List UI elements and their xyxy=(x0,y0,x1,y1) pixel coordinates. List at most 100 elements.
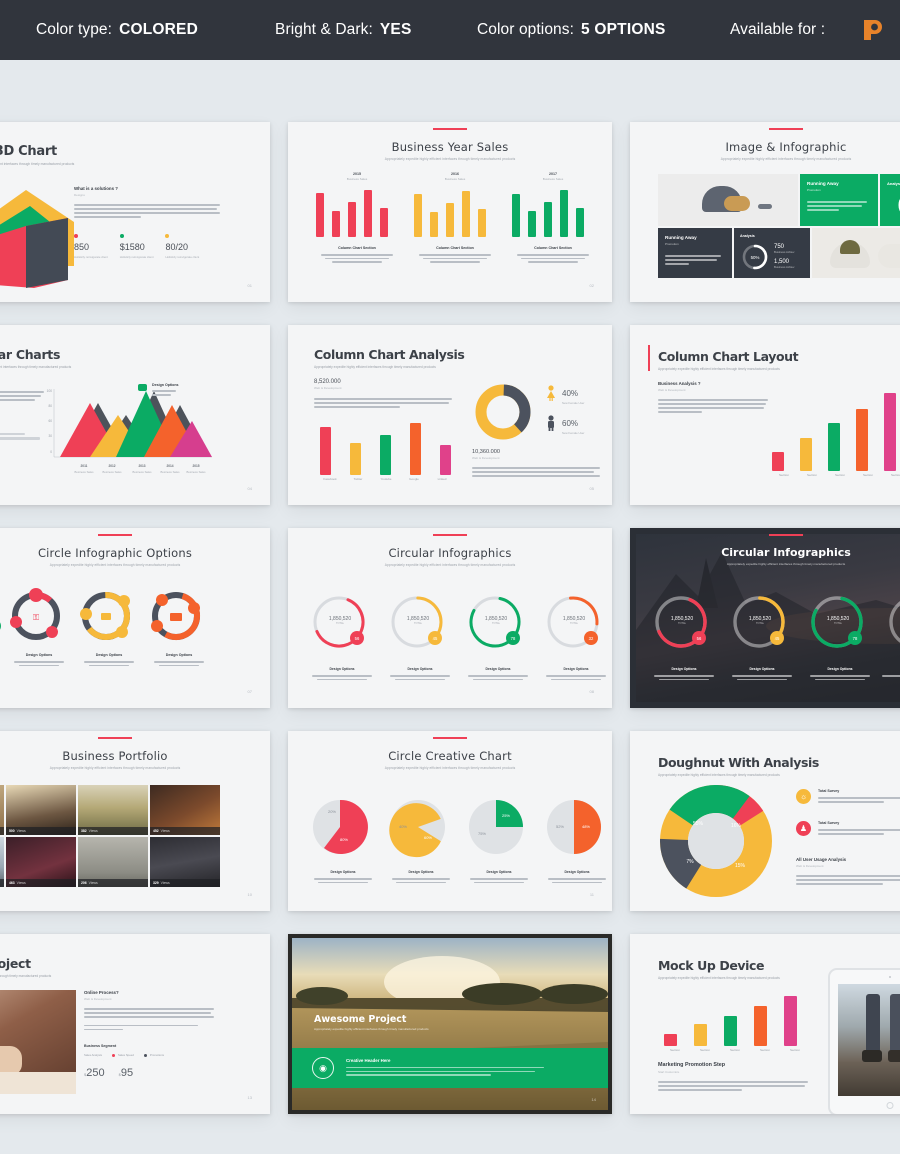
slide-circular-infographics-light[interactable]: Circular Infographics Appropriately expe… xyxy=(288,528,612,708)
pie-item[interactable]: 20% 80% Design Options xyxy=(308,795,378,884)
pie-item[interactable]: 40% 60% Design Options xyxy=(386,795,456,884)
bar-label: Section xyxy=(834,473,845,477)
section-heading: Column Chart Section xyxy=(436,246,474,250)
slide-image-infographic[interactable]: Image & Infographic Appropriately expedi… xyxy=(630,122,900,302)
item-unit: TOTAL xyxy=(569,622,579,625)
badge xyxy=(116,626,128,638)
slide-canvas: Business Year Sales Appropriately expedi… xyxy=(294,128,606,296)
svg-text:7%: 7% xyxy=(686,859,694,865)
circular-item[interactable]: 78 1,850,520 TOTAL Design Options xyxy=(804,592,876,681)
slide-mock-up-device[interactable]: Mock Up Device Appropriately expedite hi… xyxy=(630,934,900,1114)
svg-text:100: 100 xyxy=(47,389,53,393)
ring-item[interactable] xyxy=(0,588,2,649)
page-title: Image & Infographic xyxy=(725,140,847,154)
page-subtitle: Appropriately expedite highly efficient … xyxy=(384,563,516,567)
legend-label: Promotions xyxy=(149,1053,165,1058)
bar-label: Facebook xyxy=(323,477,337,481)
slide-circular-infographics-dark[interactable]: Circular Infographics Appropriately expe… xyxy=(630,528,900,708)
page-subtitle: Appropriately expedite highly efficient … xyxy=(384,157,516,161)
slide-business-year-sales[interactable]: Business Year Sales Appropriately expedi… xyxy=(288,122,612,302)
ring-item[interactable]: Design Options xyxy=(148,588,210,667)
item-label: Design Options xyxy=(486,870,512,874)
bar-label: Section xyxy=(669,1048,680,1052)
slide-doughnut-with-analysis[interactable]: Doughnut With Analysis Appropriately exp… xyxy=(630,731,900,911)
item-label: Design Options xyxy=(407,667,433,671)
section-subheading: Web & Development xyxy=(658,388,686,392)
bar-chart-ascending xyxy=(770,393,900,471)
item-label: Design Options xyxy=(827,667,853,671)
pie-chart: 25% 75% xyxy=(469,800,523,854)
doughnut-chart: 55% 16% 15% 7% xyxy=(660,785,772,897)
stat-caption: Holisticly reinvigorate client xyxy=(119,254,154,259)
bar-group: 2017 Business Sales Column Chart Section xyxy=(508,172,598,263)
bar-label: Section xyxy=(699,1048,710,1052)
page-number: 10 xyxy=(247,892,252,897)
circular-item[interactable]: 78 1,850,520 TOTAL Design Options xyxy=(462,592,534,681)
bulb-icon: ☼ xyxy=(796,789,811,804)
slide-awesome-project[interactable]: Awesome Project Appropriately expedite h… xyxy=(288,934,612,1114)
home-button-icon[interactable] xyxy=(886,1102,894,1109)
svg-text:Business Sales: Business Sales xyxy=(102,470,122,474)
ring-progress-icon: 80% xyxy=(898,190,900,220)
badge xyxy=(151,620,163,632)
slide-business-portfolio[interactable]: Business Portfolio Appropriately expedit… xyxy=(0,731,270,911)
page-number: 07 xyxy=(247,689,252,694)
circular-item[interactable]: 56 1,850,520 TOTAL Design Options xyxy=(306,592,378,681)
legend-label: Design Options xyxy=(152,383,179,387)
ring-item[interactable]: ⚿ Design Options xyxy=(8,588,70,667)
bullet-icon xyxy=(143,1053,147,1057)
tile-caption: Views xyxy=(16,829,26,833)
page-number: 14 xyxy=(591,1097,596,1102)
ring-item[interactable]: Design Options xyxy=(78,588,140,667)
circular-item[interactable]: 1,8 Des xyxy=(882,592,900,680)
stat-caption: Business Achiev xyxy=(774,265,795,269)
item-label: Design Options xyxy=(25,653,53,657)
portfolio-tile[interactable]: 500Views xyxy=(0,785,4,835)
page-number: 13 xyxy=(247,1095,252,1100)
svg-text:2015: 2015 xyxy=(192,464,199,468)
legend: Sales Analysis Sales Speed Promotions xyxy=(84,1053,214,1057)
pie-item[interactable]: 25% 75% Design Options xyxy=(464,795,534,884)
bar-label: Youtube xyxy=(380,477,392,481)
bar-chart-social xyxy=(316,423,456,475)
group-label: Business Sales xyxy=(444,177,466,181)
svg-text:56: 56 xyxy=(355,636,360,641)
pie-item[interactable]: 52% 48% Design Options xyxy=(542,795,612,884)
accent-tick xyxy=(98,737,132,739)
page-subtitle: Appropriately expedite highly efficient … xyxy=(726,562,846,566)
circular-item[interactable]: 45 1,850,520 TOTAL Design Options xyxy=(726,592,798,681)
portfolio-tile[interactable]: 206 Views xyxy=(78,837,148,887)
spec-value: YES xyxy=(379,21,412,38)
slide-circle-creative-chart[interactable]: Circle Creative Chart Appropriately expe… xyxy=(288,731,612,911)
portfolio-tile[interactable]: 382 Views xyxy=(78,785,148,835)
circular-item[interactable]: 56 1,850,520 TOTAL Design Options xyxy=(648,592,720,681)
portfolio-tile[interactable]: 500Views xyxy=(6,785,76,835)
slide-featured-project[interactable]: ed Project highly efficient interfaces t… xyxy=(0,934,270,1114)
svg-text:80%: 80% xyxy=(340,837,348,842)
item-unit: TOTAL xyxy=(677,622,687,625)
portfolio-tile[interactable]: 452 Views xyxy=(150,785,220,835)
circular-item[interactable]: 45 1,850,520 TOTAL Design Options xyxy=(384,592,456,681)
section-heading: All User Usage Analysis xyxy=(796,857,847,862)
section-heading: Marketing Promotion Step xyxy=(658,1062,726,1068)
slide-canvas: Column Chart Layout Appropriately expedi… xyxy=(636,331,900,499)
portfolio-tile[interactable]: 329 Views xyxy=(150,837,220,887)
slide-column-chart-analysis[interactable]: Column Chart Analysis Appropriately expe… xyxy=(288,325,612,505)
svg-text:60: 60 xyxy=(48,419,52,423)
svg-text:20%: 20% xyxy=(328,809,336,814)
circular-item[interactable]: 32 1,850,520 TOTAL Design Options xyxy=(540,592,612,681)
page-title: Business Portfolio xyxy=(62,749,168,763)
stat-value: 10,360.000 xyxy=(472,449,500,455)
slide-year-charts[interactable]: Year Charts highly efficient interfaces … xyxy=(0,325,270,505)
page-title: Doughnut With Analysis xyxy=(658,755,819,770)
portfolio-tile[interactable]: 463Views xyxy=(6,837,76,887)
slide-circle-infographic-options[interactable]: Circle Infographic Options Appropriately… xyxy=(0,528,270,708)
slide-column-chart-layout[interactable]: Column Chart Layout Appropriately expedi… xyxy=(630,325,900,505)
male-icon xyxy=(548,415,554,431)
bullet-icon xyxy=(112,1053,116,1057)
page-title: Column Chart Analysis xyxy=(314,347,465,362)
slide-area-3d-chart[interactable]: a 3D Chart highly efficient interfaces t… xyxy=(0,122,270,302)
tile-views: 382 xyxy=(81,829,87,833)
slide-canvas: Doughnut With Analysis Appropriately exp… xyxy=(636,737,900,905)
portfolio-tile[interactable]: 463Views xyxy=(0,837,4,887)
